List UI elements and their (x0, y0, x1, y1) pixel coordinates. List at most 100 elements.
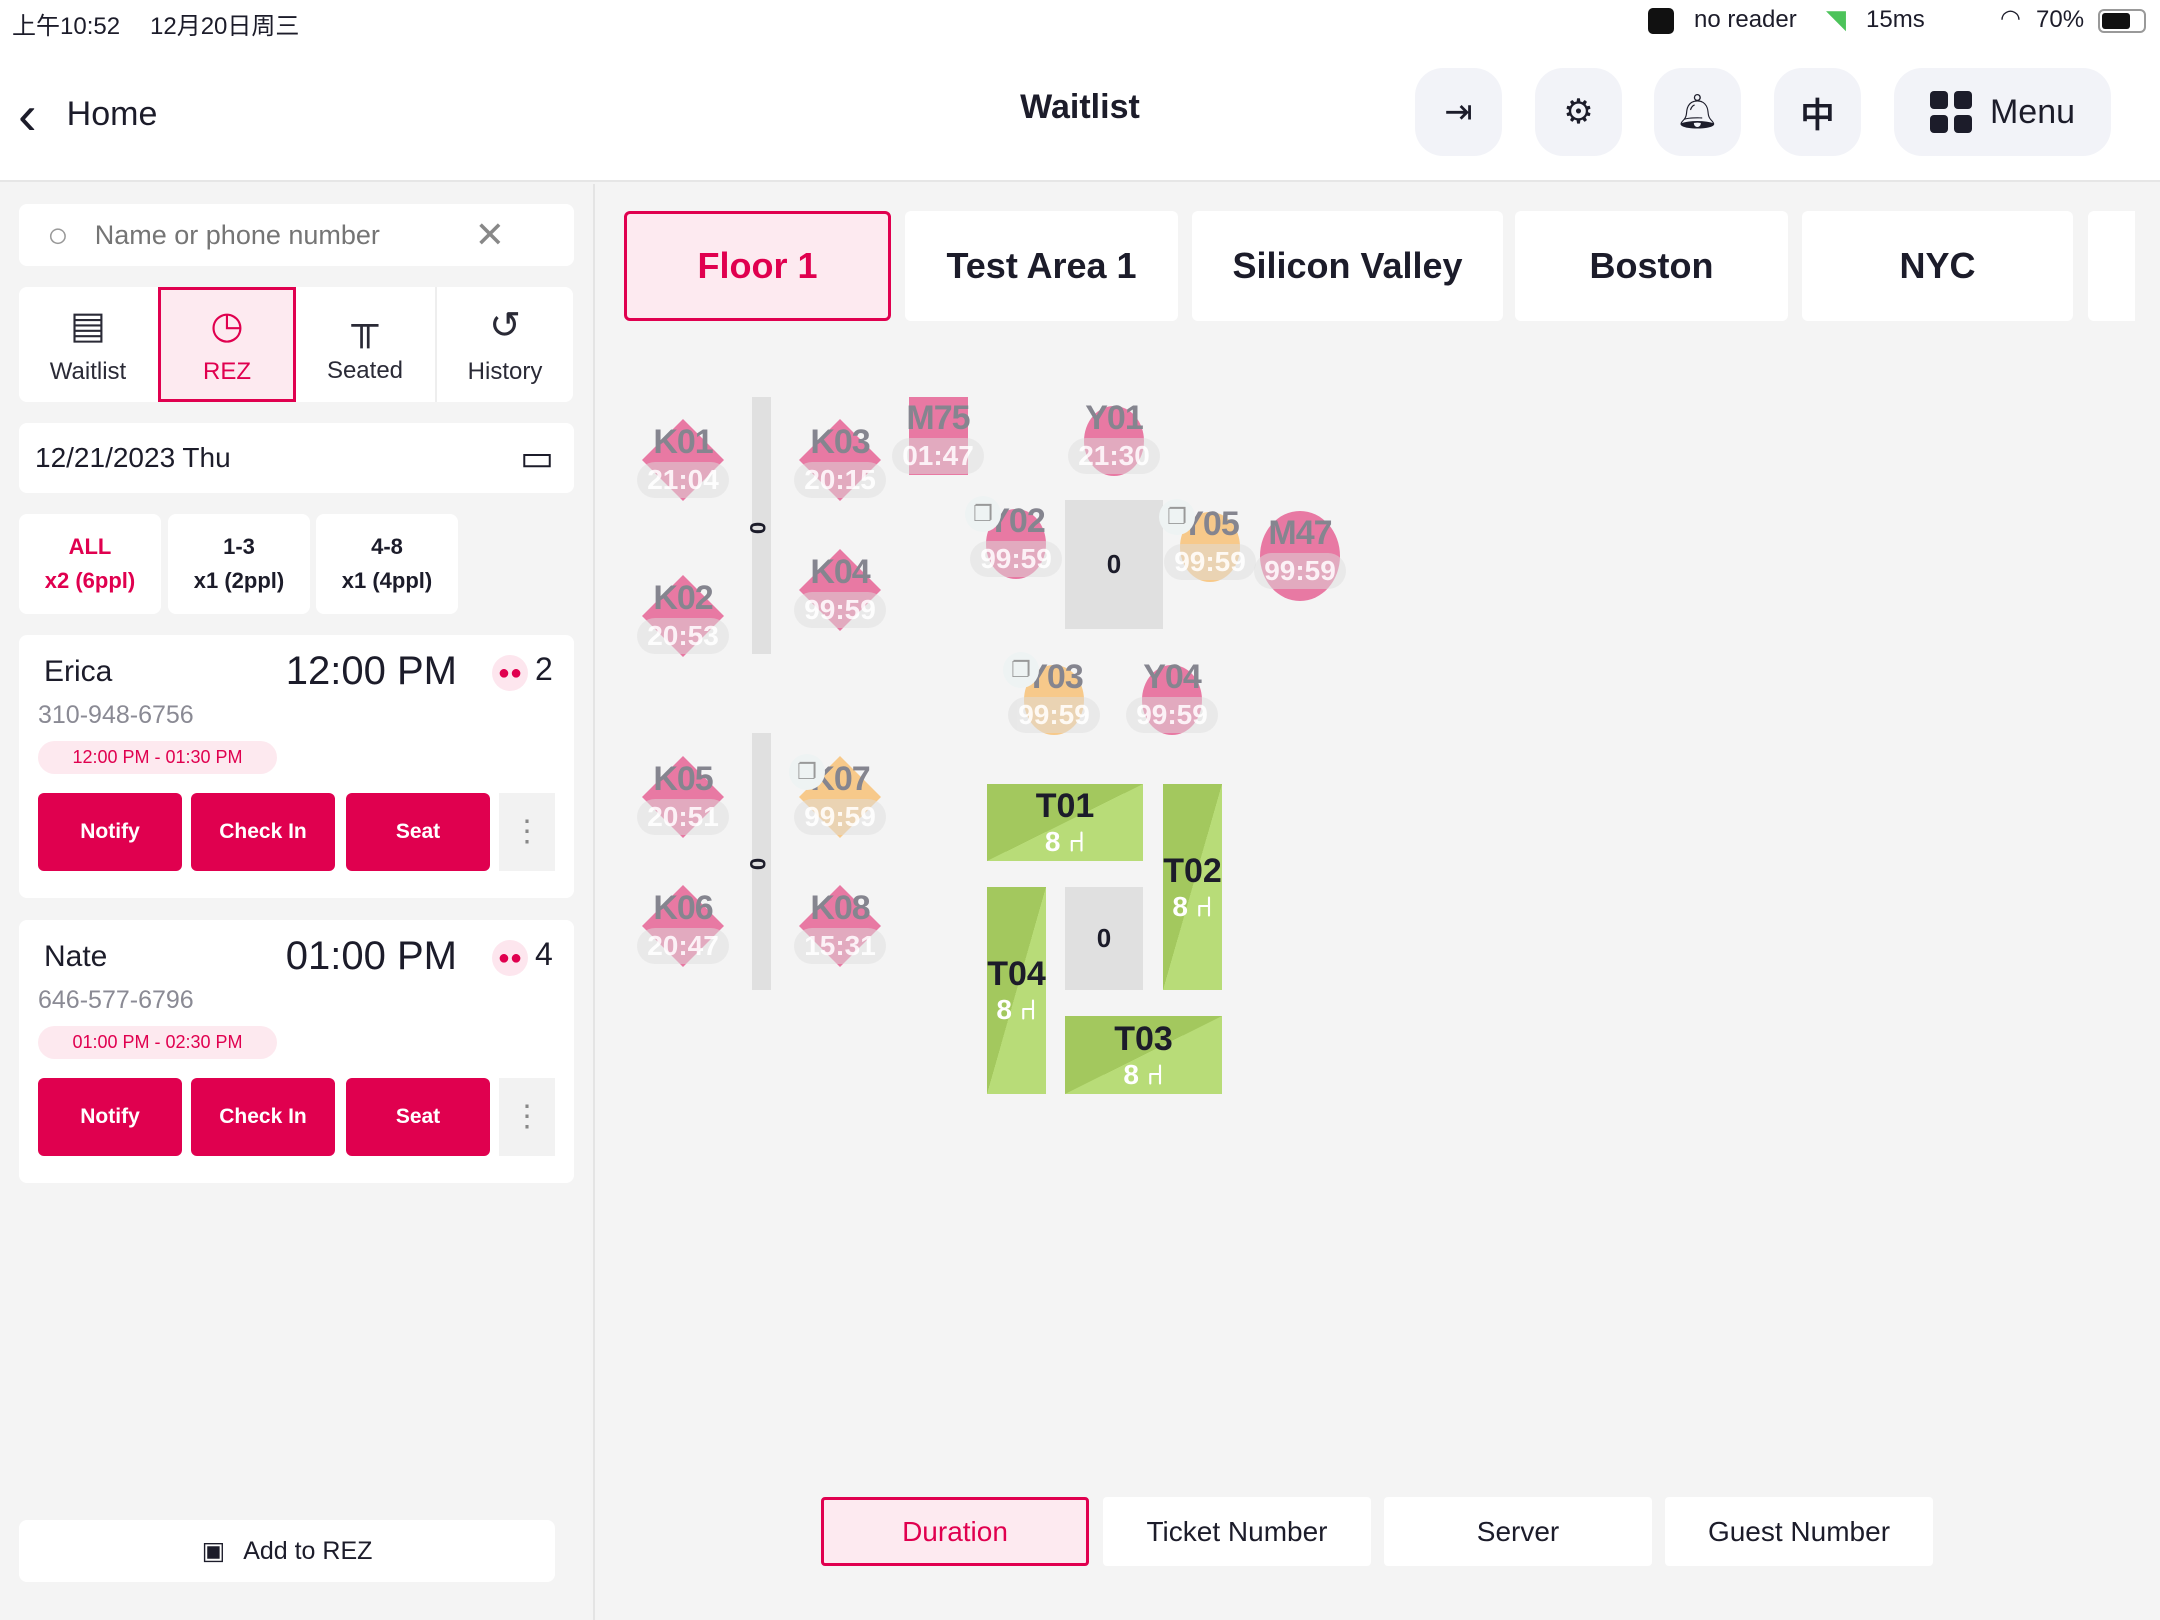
check-in-button[interactable]: Check In (191, 1078, 335, 1156)
filter-range: 4-8 (371, 534, 403, 559)
table-k06[interactable]: K06 20:47 (634, 877, 732, 975)
filter-all[interactable]: ALL x2 (6ppl) (19, 514, 161, 614)
view-mode-tab[interactable]: Server (1384, 1497, 1652, 1566)
table-y03[interactable]: ❐ Y03 99:59 (1003, 646, 1103, 744)
table-k03[interactable]: K03 20:15 (791, 411, 889, 509)
floor-tab[interactable]: Floor 1 (624, 211, 891, 321)
reader-status: no reader (1694, 6, 1797, 33)
table-y02[interactable]: ❐ Y02 99:59 (965, 490, 1065, 588)
settings-button[interactable]: ⚙ (1535, 68, 1622, 156)
calendar-icon[interactable]: ▭ (520, 437, 554, 479)
tab-label: History (467, 358, 543, 385)
language-button[interactable]: 中 (1774, 68, 1861, 156)
view-mode-tab[interactable]: Guest Number (1665, 1497, 1933, 1566)
table-k07[interactable]: ❐ K07 99:59 (789, 748, 889, 846)
table-label: Y01 (1085, 398, 1143, 437)
zone-block: 0 (1065, 500, 1163, 629)
table-t01[interactable]: T01 8 ⑁ (987, 784, 1143, 861)
table-k08[interactable]: K08 15:31 (791, 877, 889, 975)
history-icon: ↺ (489, 305, 521, 347)
filter-4-8[interactable]: 4-8 x1 (4ppl) (316, 514, 458, 614)
table-t03[interactable]: T03 8 ⑁ (1065, 1016, 1222, 1094)
zone-bar: 0 (745, 733, 771, 990)
clear-search-icon[interactable]: ✕ (475, 214, 505, 256)
party-size: 2 (535, 651, 553, 687)
table-t04[interactable]: T04 8 ⑁ (987, 887, 1046, 1094)
table-label: K05 (653, 759, 713, 798)
time-window: 01:00 PM - 02:30 PM (38, 1026, 277, 1059)
floor-tab-overflow[interactable] (2088, 211, 2135, 321)
filter-count: x2 (6ppl) (44, 568, 136, 593)
tab-waitlist[interactable]: ▤ Waitlist (19, 287, 157, 402)
copy-icon: ❐ (789, 754, 825, 790)
date-picker[interactable]: 12/21/2023 Thu ▭ (19, 423, 574, 493)
battery-percent: 70% (2036, 6, 2085, 33)
filter-1-3[interactable]: 1-3 x1 (2ppl) (168, 514, 310, 614)
table-k05[interactable]: K05 20:51 (634, 748, 732, 846)
table-timer: 99:59 (970, 540, 1062, 577)
more-options-icon[interactable]: ⋮ (499, 1078, 555, 1156)
table-label: T01 (1035, 787, 1095, 825)
view-mode-tab[interactable]: Duration (821, 1497, 1089, 1566)
notify-button[interactable]: Notify (38, 793, 182, 871)
status-bar: 上午10:52 12月20日周三 no reader ◥ 15ms ◠ 70% (0, 0, 2160, 42)
signal-icon: ◥ (1826, 4, 1846, 34)
table-y05[interactable]: ❐ Y05 99:59 (1159, 493, 1259, 591)
battery-icon (2098, 9, 2146, 33)
seat-count: 8 ⑁ (1044, 826, 1086, 857)
table-label: M47 (1268, 513, 1332, 552)
table-y01[interactable]: Y01 21:30 (1065, 387, 1163, 485)
tab-history[interactable]: ↺ History (435, 287, 573, 402)
table-timer: 99:59 (794, 591, 886, 628)
latency: 15ms (1866, 6, 1925, 33)
notifications-button[interactable]: 🔔︎ (1654, 68, 1741, 156)
tab-seated[interactable]: ╥ Seated (296, 287, 434, 402)
table-icon: ╥ (351, 304, 379, 346)
table-label: K08 (810, 888, 870, 927)
menu-button[interactable]: Menu (1894, 68, 2111, 156)
reservation-time: 12:00 PM (285, 649, 457, 693)
tab-rez[interactable]: ◷ REZ (158, 287, 296, 402)
party-icon: ●● (492, 940, 528, 976)
table-y04[interactable]: Y04 99:59 (1123, 646, 1221, 744)
zone-count: 0 (745, 521, 771, 535)
guest-name: Nate (44, 940, 108, 973)
table-t02[interactable]: T02 8 ⑁ (1163, 784, 1222, 990)
table-timer: 99:59 (1008, 696, 1100, 733)
table-timer: 99:59 (1126, 696, 1218, 733)
table-timer: 01:47 (892, 437, 984, 474)
notify-button[interactable]: Notify (38, 1078, 182, 1156)
guest-name: Erica (44, 655, 113, 688)
seat-button[interactable]: Seat (346, 1078, 490, 1156)
seat-button[interactable]: Seat (346, 793, 490, 871)
floor-tab[interactable]: NYC (1802, 211, 2073, 321)
table-k04[interactable]: K04 99:59 (791, 541, 889, 639)
table-timer: 99:59 (1164, 543, 1256, 580)
reservation-card[interactable]: Nate 01:00 PM ●● 4 646-577-6796 01:00 PM… (19, 920, 574, 1183)
more-options-icon[interactable]: ⋮ (499, 793, 555, 871)
floor-tab[interactable]: Silicon Valley (1192, 211, 1503, 321)
table-m47[interactable]: M47 99:59 (1251, 502, 1349, 601)
check-in-button[interactable]: Check In (191, 793, 335, 871)
add-to-rez-button[interactable]: ▣ Add to REZ (19, 1520, 555, 1582)
wifi-icon: ◠ (2000, 5, 2021, 32)
table-timer: 20:47 (637, 927, 729, 964)
calendar-clock-icon: ◷ (210, 305, 244, 347)
floor-tab[interactable]: Test Area 1 (905, 211, 1178, 321)
view-mode-tab[interactable]: Ticket Number (1103, 1497, 1371, 1566)
search-input[interactable] (94, 219, 475, 251)
reservation-card[interactable]: Erica 12:00 PM ●● 2 310-948-6756 12:00 P… (19, 635, 574, 898)
table-m75[interactable]: M75 01:47 (889, 387, 987, 485)
table-label: K01 (653, 422, 713, 461)
exit-button[interactable]: ⇥ (1415, 68, 1502, 156)
table-timer: 99:59 (794, 798, 886, 835)
table-k02[interactable]: K02 20:53 (634, 567, 732, 665)
time-window: 12:00 PM - 01:30 PM (38, 741, 277, 774)
seat-count: 8 ⑁ (1123, 1058, 1164, 1090)
table-label: K04 (810, 552, 870, 591)
table-k01[interactable]: K01 21:04 (634, 411, 732, 509)
floor-tab[interactable]: Boston (1515, 211, 1788, 321)
seat-count: 8 ⑁ (1172, 890, 1213, 922)
copy-icon: ❐ (1159, 499, 1195, 535)
table-label: T03 (1114, 1019, 1173, 1058)
